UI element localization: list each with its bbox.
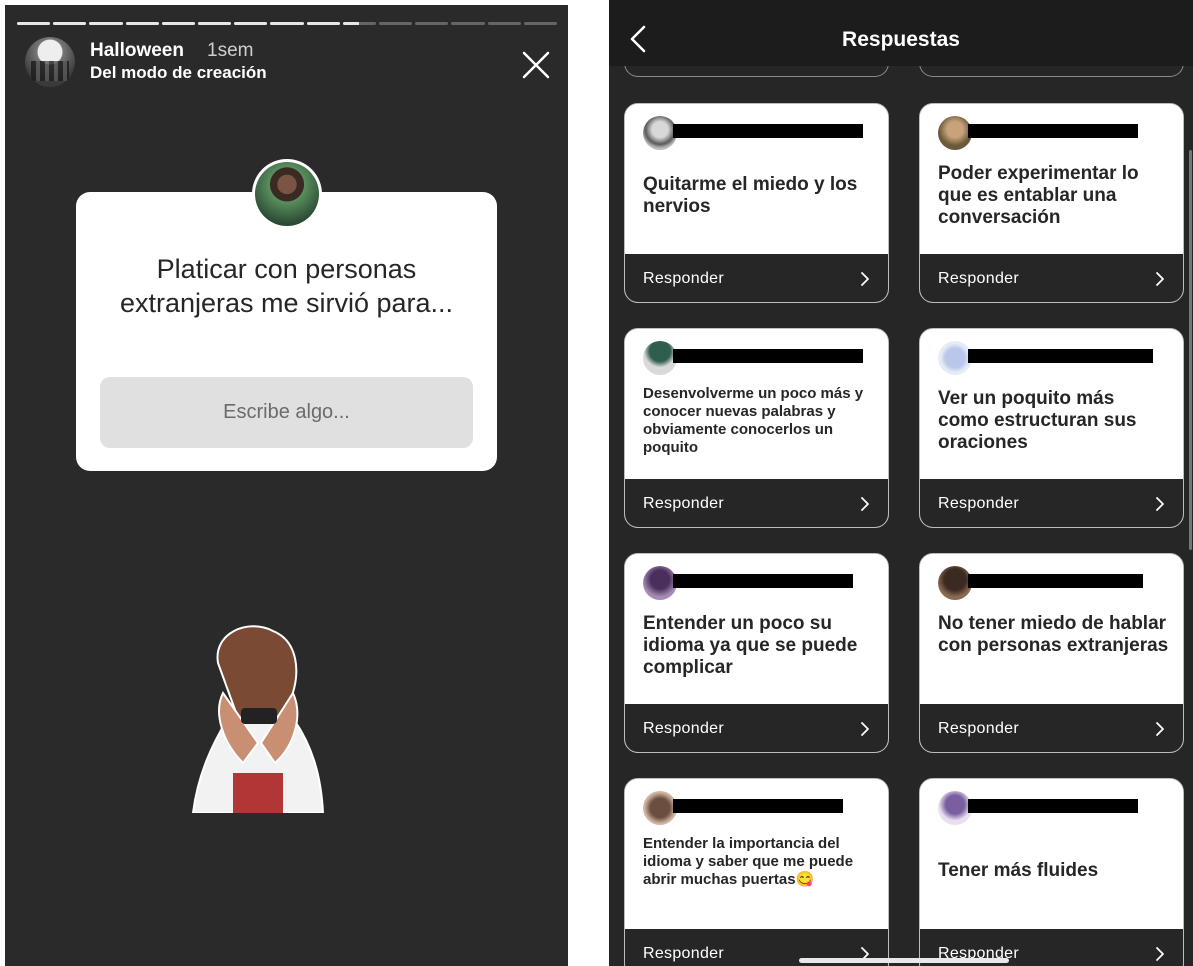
question-text: Platicar con personas extranjeras me sir…: [119, 254, 454, 318]
close-icon: [522, 51, 550, 79]
progress-segment: [89, 22, 123, 25]
response-text: Quitarme el miedo y los nervios: [643, 174, 858, 217]
reply-button[interactable]: Responder: [625, 254, 888, 302]
chevron-right-icon: [861, 722, 869, 736]
person-sticker-image: [191, 625, 325, 813]
reply-label: Responder: [643, 720, 724, 737]
response-text: Entender un poco su idioma ya que se pue…: [643, 613, 858, 678]
responder-avatar[interactable]: [938, 341, 972, 375]
chevron-right-icon: [861, 497, 869, 511]
page-title: Respuestas: [842, 28, 960, 51]
responder-avatar[interactable]: [938, 116, 972, 150]
story-viewer: Halloween 1sem Del modo de creación Plat…: [5, 5, 568, 966]
response-text: Ver un poquito más como estructuran sus …: [938, 388, 1137, 453]
story-avatar[interactable]: [25, 37, 75, 87]
redacted-username: [968, 349, 1153, 363]
progress-segment: [306, 22, 340, 25]
response-text: Desenvolverme un poco más y conocer nuev…: [643, 385, 864, 456]
redacted-username: [673, 349, 863, 363]
progress-segment: [161, 22, 196, 25]
chevron-right-icon: [861, 272, 869, 286]
reply-button[interactable]: Responder: [920, 254, 1183, 302]
chevron-right-icon: [1156, 722, 1164, 736]
response-card[interactable]: Entender la importancia del idioma y sab…: [624, 778, 889, 966]
responder-avatar[interactable]: [938, 791, 972, 825]
responder-avatar[interactable]: [938, 566, 972, 600]
response-body: Desenvolverme un poco más y conocer nuev…: [625, 329, 888, 479]
question-sticker[interactable]: Platicar con personas extranjeras me sir…: [76, 192, 497, 471]
chevron-right-icon: [1156, 272, 1164, 286]
redacted-username: [673, 124, 863, 138]
response-card[interactable]: Quitarme el miedo y los nervios Responder: [624, 103, 889, 303]
responder-avatar[interactable]: [643, 566, 677, 600]
scrollbar[interactable]: [1189, 150, 1192, 550]
progress-segment: [487, 22, 521, 25]
story-title[interactable]: Halloween: [90, 40, 184, 62]
progress-segment: [342, 22, 377, 25]
redacted-username: [968, 574, 1143, 588]
response-card[interactable]: Entender un poco su idioma ya que se pue…: [624, 553, 889, 753]
close-button[interactable]: [518, 47, 554, 83]
home-indicator[interactable]: [799, 958, 1009, 963]
reply-label: Responder: [643, 945, 724, 962]
response-text: Poder experimentar lo que es entablar un…: [938, 163, 1139, 228]
story-subtitle: Del modo de creación: [90, 63, 267, 82]
progress-segment: [523, 22, 558, 25]
reply-button[interactable]: Responder: [920, 704, 1183, 752]
reply-label: Responder: [938, 720, 1019, 737]
progress-segment: [451, 22, 485, 25]
reply-label: Responder: [643, 495, 724, 512]
question-answer-input[interactable]: [100, 377, 473, 448]
progress-segment: [198, 22, 232, 25]
response-body: Poder experimentar lo que es entablar un…: [920, 104, 1183, 254]
responder-avatar[interactable]: [643, 116, 677, 150]
response-text: Tener más fluides: [938, 860, 1099, 881]
story-progress-bar: [17, 22, 558, 26]
response-text: Entender la importancia del idioma y sab…: [643, 835, 854, 888]
progress-segment: [234, 22, 268, 25]
reply-button[interactable]: Responder: [625, 704, 888, 752]
progress-segment: [17, 22, 51, 25]
response-body: Entender la importancia del idioma y sab…: [625, 779, 888, 929]
progress-segment: [270, 22, 304, 25]
story-time: 1sem: [207, 40, 254, 61]
reply-button[interactable]: Responder: [625, 479, 888, 527]
progress-segment: [53, 22, 87, 25]
chevron-right-icon: [1156, 947, 1164, 961]
progress-segment: [125, 22, 159, 25]
redacted-username: [968, 124, 1138, 138]
responses-header: Respuestas: [609, 0, 1193, 66]
progress-segment: [415, 22, 449, 25]
reply-label: Responder: [643, 270, 724, 287]
chevron-right-icon: [1156, 497, 1164, 511]
responses-panel: Quitarme el miedo y los nervios Responder…: [609, 0, 1193, 966]
responder-avatar[interactable]: [643, 791, 677, 825]
response-body: Tener más fluides: [920, 779, 1183, 929]
response-card[interactable]: Poder experimentar lo que es entablar un…: [919, 103, 1184, 303]
reply-button[interactable]: Responder: [920, 479, 1183, 527]
response-card[interactable]: Desenvolverme un poco más y conocer nuev…: [624, 328, 889, 528]
redacted-username: [673, 574, 853, 588]
progress-segment: [379, 22, 413, 25]
response-body: Entender un poco su idioma ya que se pue…: [625, 554, 888, 704]
response-body: Quitarme el miedo y los nervios: [625, 104, 888, 254]
redacted-username: [968, 799, 1138, 813]
question-avatar: [252, 159, 322, 229]
redacted-username: [673, 799, 843, 813]
reply-label: Responder: [938, 495, 1019, 512]
responder-avatar[interactable]: [643, 341, 677, 375]
response-card[interactable]: Ver un poquito más como estructuran sus …: [919, 328, 1184, 528]
response-body: No tener miedo de hablar con personas ex…: [920, 554, 1183, 704]
response-card[interactable]: No tener miedo de hablar con personas ex…: [919, 553, 1184, 753]
response-text: No tener miedo de hablar con personas ex…: [938, 613, 1169, 656]
response-card[interactable]: Tener más fluides Responder: [919, 778, 1184, 966]
reply-label: Responder: [938, 270, 1019, 287]
response-body: Ver un poquito más como estructuran sus …: [920, 329, 1183, 479]
